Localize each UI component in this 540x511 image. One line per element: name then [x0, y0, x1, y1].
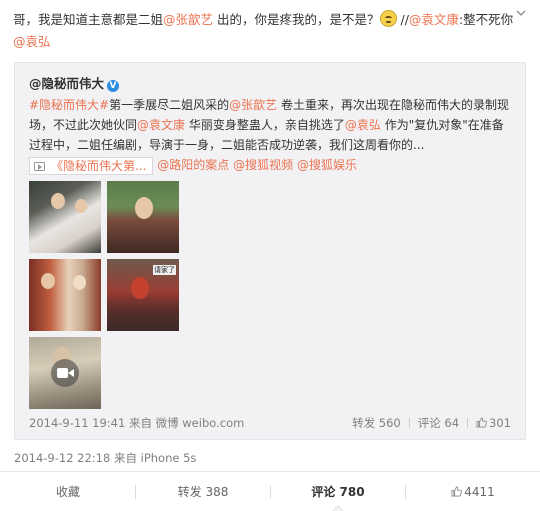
- post-source: 来自 iPhone 5s: [113, 451, 197, 465]
- attachment-title: 《隐秘而伟大第...: [51, 159, 147, 173]
- repost-meta: 2014-9-11 19:41 来自 微博 weibo.com: [29, 415, 244, 431]
- post-text: 哥，我是知道主意都是二姐@张歆艺 出的，你是疼我的，是不是？ //@袁文康:整不…: [13, 9, 517, 53]
- forward-button[interactable]: 转发 388: [143, 472, 263, 511]
- active-tab-indicator: [332, 505, 344, 511]
- repost-author-name[interactable]: @隐秘而伟大: [29, 76, 104, 91]
- post-text-segment: 出的，你是疼我的，是不是？: [213, 12, 380, 27]
- tag-link[interactable]: @搜狐视频: [233, 158, 293, 172]
- mention-zhangxinyi[interactable]: @张歆艺: [229, 98, 277, 112]
- action-bar: 收藏 转发 388 评论 780 4411: [0, 471, 540, 511]
- repost-actions: 转发 560 评论 64 301: [352, 415, 511, 431]
- thumbnail-caption: 请家了: [153, 265, 176, 275]
- like-count: 4411: [464, 485, 495, 499]
- divider: [270, 485, 271, 499]
- divider: [467, 418, 469, 428]
- divider: [405, 485, 406, 499]
- post-text-segment: //: [396, 12, 409, 27]
- thumbs-up-icon: [476, 417, 487, 428]
- mention-yuanhong[interactable]: @袁弘: [345, 118, 381, 132]
- thumbs-up-icon: [451, 486, 463, 497]
- hashtag-link[interactable]: #隐秘而伟大#: [29, 98, 109, 112]
- tag-link[interactable]: @搜狐娱乐: [297, 158, 357, 172]
- repost-text-segment: 华丽变身整蛊人，亲自挑选了: [185, 118, 345, 132]
- tag-link[interactable]: @路阳的案点: [157, 158, 229, 172]
- thumbnail-image-3[interactable]: [29, 259, 101, 331]
- mention-yuanwenkang[interactable]: @袁文康: [137, 118, 185, 132]
- mention-zhangxinyi[interactable]: @张歆艺: [163, 12, 213, 27]
- repost-comment-button[interactable]: 评论 64: [418, 416, 459, 430]
- chevron-down-icon[interactable]: [516, 8, 526, 18]
- repost-card: @隐秘而伟大 V #隐秘而伟大#第一季展尽二姐风采的@张歆艺 卷土重来，再次出现在…: [14, 62, 526, 440]
- repost-forward-button[interactable]: 转发 560: [352, 416, 401, 430]
- video-attachment-link[interactable]: 《隐秘而伟大第...: [29, 157, 154, 175]
- thumbnail-image-1[interactable]: [29, 181, 101, 253]
- video-play-icon: [51, 359, 79, 387]
- attachment-row: 《隐秘而伟大第... @路阳的案点 @搜狐视频 @搜狐娱乐: [29, 157, 357, 175]
- collect-button[interactable]: 收藏: [8, 472, 128, 511]
- post-timestamp[interactable]: 2014-9-12 22:18: [14, 451, 110, 465]
- repost-text-segment: 第一季展尽二姐风采的: [109, 98, 230, 112]
- repost-author[interactable]: @隐秘而伟大 V: [29, 73, 120, 92]
- repost-source: 来自 微博 weibo.com: [128, 416, 245, 430]
- video-icon: [34, 162, 45, 171]
- confused-emoji-icon: [379, 10, 397, 27]
- collect-label: 收藏: [55, 485, 80, 499]
- thumbnail-video[interactable]: [29, 337, 101, 409]
- repost-like-count: 301: [489, 416, 511, 430]
- repost-like-button[interactable]: 301: [476, 416, 511, 430]
- divider: [135, 485, 136, 499]
- repost-text: #隐秘而伟大#第一季展尽二姐风采的@张歆艺 卷土重来，再次出现在隐秘而伟大的录制…: [29, 95, 513, 155]
- verified-badge-icon: V: [107, 80, 120, 92]
- mention-yuanwenkang[interactable]: @袁文康: [409, 12, 459, 27]
- forward-label: 转发 388: [177, 485, 229, 499]
- post-text-segment: :整不死你: [458, 12, 514, 27]
- repost-timestamp[interactable]: 2014-9-11 19:41: [29, 416, 125, 430]
- like-button[interactable]: 4411: [413, 472, 533, 511]
- post-text-segment: 哥，我是知道主意都是二姐: [13, 12, 164, 27]
- mention-yuanhong[interactable]: @袁弘: [13, 34, 51, 49]
- thumbnail-image-4[interactable]: 请家了: [107, 259, 179, 331]
- thumbnail-image-2[interactable]: [107, 181, 179, 253]
- comment-label: 评论 780: [311, 485, 365, 499]
- post-meta: 2014-9-12 22:18 来自 iPhone 5s: [14, 450, 196, 466]
- divider: [408, 418, 410, 428]
